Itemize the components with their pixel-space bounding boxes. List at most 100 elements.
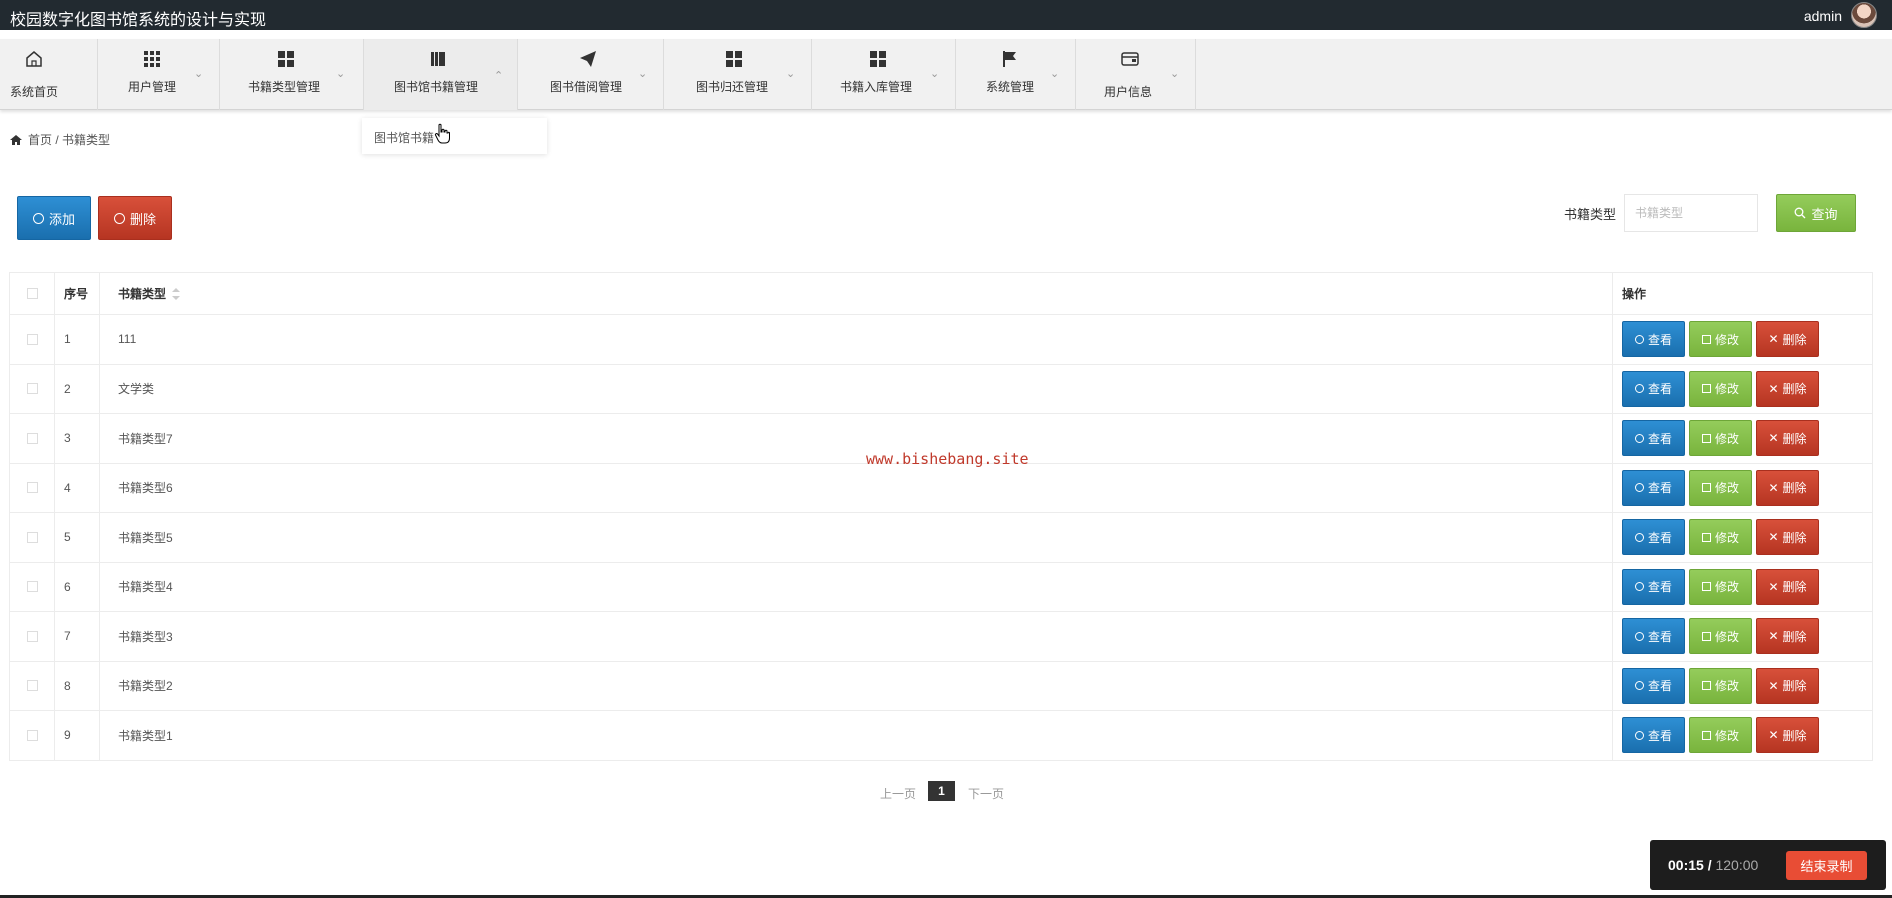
- avatar[interactable]: [1851, 2, 1877, 28]
- next-page-button[interactable]: 下一页: [968, 785, 1004, 802]
- row-delete-button[interactable]: ✕ 删除: [1756, 321, 1819, 358]
- delete-button[interactable]: 删除: [98, 196, 172, 240]
- chevron-down-icon: ⌄: [1170, 68, 1180, 80]
- query-button[interactable]: 查询: [1776, 194, 1856, 232]
- nav-item-book-types[interactable]: 书籍类型管理 ⌄: [220, 39, 364, 110]
- view-button[interactable]: 查看: [1622, 321, 1685, 358]
- edit-label: 修改: [1714, 728, 1739, 743]
- nav-item-user-info[interactable]: 用户信息 ⌄: [1076, 39, 1196, 110]
- nav-item-borrow[interactable]: 图书借阅管理 ⌄: [518, 39, 664, 110]
- row-select-cell: [10, 661, 55, 710]
- row-checkbox[interactable]: [26, 333, 38, 345]
- chevron-down-icon: ⌄: [194, 68, 204, 80]
- row-select-cell: [10, 364, 55, 413]
- search-input[interactable]: [1624, 194, 1758, 232]
- squares-icon: [870, 51, 886, 67]
- row-delete-button[interactable]: ✕ 删除: [1756, 469, 1819, 506]
- row-checkbox[interactable]: [26, 482, 38, 494]
- edit-button[interactable]: 修改: [1689, 717, 1752, 754]
- row-checkbox[interactable]: [26, 630, 38, 642]
- squares-icon: [726, 51, 742, 67]
- edit-icon: [1701, 334, 1711, 344]
- home-icon: [26, 51, 42, 67]
- card-icon: [1121, 52, 1139, 66]
- nav-item-home[interactable]: 系统首页: [0, 39, 98, 110]
- edit-button[interactable]: 修改: [1689, 568, 1752, 605]
- recording-time: 00:15 / 120:00: [1668, 857, 1758, 873]
- sort-icon[interactable]: [172, 287, 181, 300]
- breadcrumb-current: 书籍类型: [62, 133, 111, 147]
- row-no: 4: [55, 463, 100, 512]
- nav-item-system[interactable]: 系统管理 ⌄: [956, 39, 1076, 110]
- delete-label: 删除: [1782, 679, 1807, 694]
- nav-item-return[interactable]: 图书归还管理 ⌄: [664, 39, 812, 110]
- view-button[interactable]: 查看: [1622, 717, 1685, 754]
- view-button[interactable]: 查看: [1622, 370, 1685, 407]
- table-row: 5 书籍类型5 查看 修改 ✕ 删除: [10, 513, 1873, 563]
- current-page[interactable]: 1: [928, 781, 955, 801]
- row-checkbox[interactable]: [26, 581, 38, 593]
- row-checkbox[interactable]: [26, 432, 38, 444]
- view-button[interactable]: 查看: [1622, 469, 1685, 506]
- row-delete-button[interactable]: ✕ 删除: [1756, 568, 1819, 605]
- search-icon: [1634, 433, 1644, 443]
- chevron-up-icon: ⌃: [494, 70, 504, 82]
- nav-label: 系统管理: [986, 80, 1035, 94]
- edit-button[interactable]: 修改: [1689, 667, 1752, 704]
- edit-button[interactable]: 修改: [1689, 420, 1752, 457]
- nav-item-library-books[interactable]: 图书馆书籍管理 ⌃: [364, 39, 518, 110]
- view-button[interactable]: 查看: [1622, 667, 1685, 704]
- nav-label: 书籍入库管理: [840, 80, 913, 94]
- view-button[interactable]: 查看: [1622, 420, 1685, 457]
- nav-item-users[interactable]: 用户管理 ⌄: [98, 39, 220, 110]
- minus-circle-icon: [113, 212, 125, 224]
- top-bar: 校园数字化图书馆系统的设计与实现 admin: [0, 0, 1892, 30]
- stop-recording-button[interactable]: 结束录制: [1786, 851, 1867, 880]
- table-row: 4 书籍类型6 查看 修改 ✕ 删除: [10, 463, 1873, 513]
- row-delete-button[interactable]: ✕ 删除: [1756, 370, 1819, 407]
- book-type-table: 序号 书籍类型 操作 1 111 查看 修改 ✕ 删除 2 文学类 查看 修改 ✕ 删除 3 书籍类型7 查…: [9, 272, 1873, 761]
- row-select-cell: [10, 513, 55, 562]
- edit-button[interactable]: 修改: [1689, 321, 1752, 358]
- row-delete-button[interactable]: ✕ 删除: [1756, 618, 1819, 655]
- row-delete-button[interactable]: ✕ 删除: [1756, 667, 1819, 704]
- user-name[interactable]: admin: [1804, 8, 1842, 24]
- row-delete-button[interactable]: ✕ 删除: [1756, 519, 1819, 556]
- search-label: 书籍类型: [1564, 207, 1617, 222]
- select-all-checkbox[interactable]: [26, 288, 38, 299]
- edit-button[interactable]: 修改: [1689, 370, 1752, 407]
- nav-item-stock[interactable]: 书籍入库管理 ⌄: [812, 39, 956, 110]
- chevron-down-icon: ⌄: [336, 68, 346, 80]
- edit-button[interactable]: 修改: [1689, 519, 1752, 556]
- row-delete-button[interactable]: ✕ 删除: [1756, 717, 1819, 754]
- view-button[interactable]: 查看: [1622, 568, 1685, 605]
- view-label: 查看: [1647, 332, 1672, 347]
- add-button[interactable]: 添加: [17, 196, 91, 240]
- row-checkbox[interactable]: [26, 531, 38, 543]
- view-button[interactable]: 查看: [1622, 519, 1685, 556]
- row-delete-button[interactable]: ✕ 删除: [1756, 420, 1819, 457]
- edit-icon: [1701, 582, 1711, 592]
- dropdown-item-library-books[interactable]: 图书馆书籍: [374, 129, 434, 146]
- breadcrumb-home[interactable]: 首页: [28, 133, 52, 147]
- view-label: 查看: [1647, 530, 1672, 545]
- edit-button[interactable]: 修改: [1689, 618, 1752, 655]
- edit-icon: [1701, 631, 1711, 641]
- table-row: 1 111 查看 修改 ✕ 删除: [10, 315, 1873, 365]
- edit-button[interactable]: 修改: [1689, 469, 1752, 506]
- row-actions: 查看 修改 ✕ 删除: [1613, 315, 1873, 364]
- header-type[interactable]: 书籍类型: [100, 273, 1613, 314]
- query-button-label: 查询: [1811, 206, 1838, 222]
- chevron-down-icon: ⌄: [638, 68, 648, 80]
- time-separator: /: [1707, 857, 1712, 873]
- row-no: 1: [55, 315, 100, 364]
- row-type: 书籍类型2: [100, 661, 1613, 710]
- view-button[interactable]: 查看: [1622, 618, 1685, 655]
- edit-label: 修改: [1714, 629, 1739, 644]
- row-checkbox[interactable]: [26, 383, 38, 395]
- row-checkbox[interactable]: [26, 729, 38, 741]
- prev-page-button[interactable]: 上一页: [880, 785, 916, 802]
- edit-icon: [1701, 532, 1711, 542]
- row-actions: 查看 修改 ✕ 删除: [1613, 661, 1873, 710]
- row-checkbox[interactable]: [26, 680, 38, 692]
